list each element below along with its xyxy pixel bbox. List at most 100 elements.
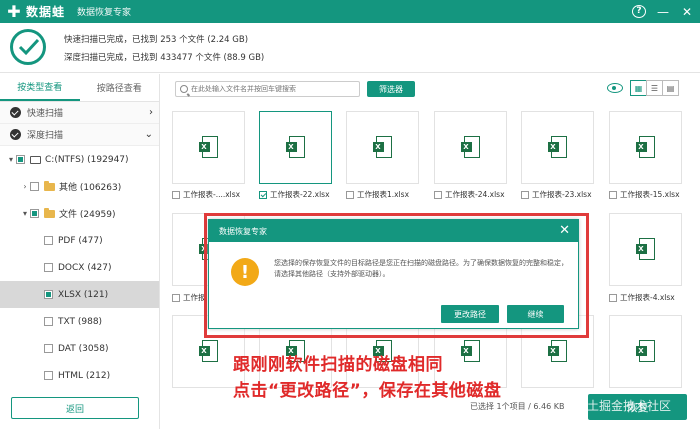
- file-checkbox[interactable]: [172, 190, 180, 199]
- file-checkbox[interactable]: [521, 190, 529, 199]
- file-checkbox[interactable]: [172, 293, 180, 302]
- file-thumbnail[interactable]: X: [521, 111, 594, 184]
- tree-item-files[interactable]: ▾ 文件 (24959): [0, 200, 159, 227]
- chevron-right-icon[interactable]: ›: [20, 182, 30, 191]
- tree-item-label: PDF (477): [58, 235, 103, 246]
- file-thumbnail[interactable]: X: [609, 111, 682, 184]
- file-name-row[interactable]: 工作报表1.xlsx: [346, 189, 409, 200]
- filter-button[interactable]: 筛选器: [367, 81, 415, 97]
- deep-scan-group[interactable]: 深度扫描 ⌄: [0, 124, 159, 146]
- tab-by-type[interactable]: 按类型查看: [0, 74, 80, 101]
- file-thumbnail[interactable]: X: [172, 111, 245, 184]
- file-checkbox[interactable]: [259, 190, 267, 199]
- check-icon: [10, 107, 21, 118]
- tree-checkbox[interactable]: [16, 155, 25, 164]
- tree-checkbox[interactable]: [30, 182, 39, 191]
- tree-item-label: XLSX (121): [58, 289, 109, 300]
- file-thumbnail[interactable]: X: [259, 111, 332, 184]
- list-view-icon[interactable]: ☰: [646, 80, 663, 96]
- tree-item-label: 其他 (106263): [59, 183, 122, 193]
- folder-icon: [44, 207, 55, 218]
- tree-item-label: TXT (988): [58, 316, 103, 327]
- chevron-down-icon[interactable]: ▾: [6, 155, 16, 164]
- file-name-row[interactable]: 工作报表-15.xlsx: [609, 189, 680, 200]
- tree-checkbox[interactable]: [44, 290, 53, 299]
- tree-item-label: DAT (3058): [58, 343, 109, 354]
- warning-icon: !: [231, 258, 259, 286]
- tree-item-label: 文件 (24959): [59, 210, 116, 220]
- app-logo-icon: ✚: [7, 2, 21, 21]
- excel-file-icon: X: [635, 135, 656, 160]
- change-path-button[interactable]: 更改路径: [441, 305, 499, 323]
- selection-summary: 已选择 1个项目 / 6.46 KB: [470, 402, 565, 411]
- deep-scan-status: 深度扫描已完成，已找到 433477 个文件 (88.9 GB): [64, 53, 265, 63]
- file-thumbnail[interactable]: X: [346, 111, 419, 184]
- excel-file-icon: X: [372, 135, 393, 160]
- tree-item-html[interactable]: HTML (212): [0, 362, 159, 389]
- tree-item-drive-c[interactable]: ▾ C:(NTFS) (192947): [0, 146, 159, 173]
- tree-item-label: HTML (212): [58, 370, 111, 381]
- preview-eye-icon[interactable]: [607, 83, 623, 93]
- dialog-title-bar: 数据恢复专家 ✕: [209, 220, 578, 242]
- tab-by-path[interactable]: 按路径查看: [80, 74, 160, 101]
- excel-file-icon: X: [198, 339, 219, 364]
- tree-checkbox[interactable]: [44, 344, 53, 353]
- annotation-line-2: 点击“更改路径”，保存在其他磁盘: [233, 381, 502, 401]
- tree-checkbox[interactable]: [44, 371, 53, 380]
- tree-item-dat[interactable]: DAT (3058): [0, 335, 159, 362]
- chevron-down-icon: ⌄: [144, 129, 153, 140]
- excel-file-icon: X: [547, 339, 568, 364]
- file-name-row[interactable]: 工作报表-....xlsx: [172, 189, 240, 200]
- file-name-row[interactable]: 工作报表-23.xlsx: [521, 189, 592, 200]
- sidebar: 按类型查看 按路径查看 快速扫描 › 深度扫描 ⌄ ▾ C:(NTFS) (19…: [0, 74, 160, 429]
- file-checkbox[interactable]: [346, 190, 354, 199]
- view-switcher: ▦ ☰ ▤: [630, 80, 679, 96]
- close-window-icon[interactable]: ✕: [680, 5, 694, 19]
- file-checkbox[interactable]: [609, 190, 617, 199]
- scan-complete-check-icon: [10, 29, 46, 65]
- app-subtitle: 数据恢复专家: [77, 8, 132, 18]
- excel-file-icon: X: [635, 237, 656, 262]
- back-button[interactable]: 返回: [11, 397, 139, 419]
- tree-item-txt[interactable]: TXT (988): [0, 308, 159, 335]
- dialog-title: 数据恢复专家: [219, 226, 267, 236]
- excel-file-icon: X: [460, 135, 481, 160]
- tree-checkbox[interactable]: [44, 263, 53, 272]
- app-name: 数据蛙: [26, 5, 66, 19]
- file-name-row[interactable]: 工作报表-4.xlsx: [609, 292, 675, 303]
- title-bar: ✚ 数据蛙 数据恢复专家 ? — ✕: [0, 0, 700, 23]
- file-thumbnail[interactable]: X: [609, 213, 682, 286]
- file-name-row[interactable]: 工作报表-22.xlsx: [259, 189, 330, 200]
- grid-view-icon[interactable]: ▦: [630, 80, 647, 96]
- file-checkbox[interactable]: [434, 190, 442, 199]
- detail-view-icon[interactable]: ▤: [662, 80, 679, 96]
- tree-item-docx[interactable]: DOCX (427): [0, 254, 159, 281]
- file-name-row[interactable]: 工作报表-24.xlsx: [434, 189, 505, 200]
- tree-item-other[interactable]: › 其他 (106263): [0, 173, 159, 200]
- file-thumbnail[interactable]: X: [434, 111, 507, 184]
- chevron-right-icon: ›: [149, 107, 153, 118]
- tree-checkbox[interactable]: [44, 236, 53, 245]
- file-thumbnail[interactable]: X: [609, 315, 682, 388]
- excel-file-icon: X: [635, 339, 656, 364]
- file-checkbox[interactable]: [609, 293, 617, 302]
- tree-item-xlsx[interactable]: XLSX (121): [0, 281, 159, 308]
- excel-file-icon: X: [285, 135, 306, 160]
- minimize-icon[interactable]: —: [656, 5, 670, 19]
- chevron-down-icon[interactable]: ▾: [20, 209, 30, 218]
- quick-scan-group[interactable]: 快速扫描 ›: [0, 102, 159, 124]
- help-icon[interactable]: ?: [632, 5, 646, 18]
- tree-item-pdf[interactable]: PDF (477): [0, 227, 159, 254]
- close-icon[interactable]: ✕: [559, 223, 570, 238]
- continue-button[interactable]: 继续: [507, 305, 564, 323]
- file-name-row[interactable]: 工作报: [172, 292, 206, 303]
- search-box: [175, 81, 360, 97]
- tree-checkbox[interactable]: [30, 209, 39, 218]
- tree-checkbox[interactable]: [44, 317, 53, 326]
- search-icon[interactable]: [180, 85, 188, 93]
- search-input[interactable]: [191, 85, 351, 93]
- quick-scan-status: 快速扫描已完成，已找到 253 个文件 (2.24 GB): [64, 35, 249, 45]
- check-icon: [10, 129, 21, 140]
- dialog-message: 您选择的保存恢复文件的目标路径是您正在扫描的磁盘路径。为了确保数据恢复的完整和稳…: [274, 259, 568, 278]
- annotation-line-1: 跟刚刚软件扫描的磁盘相同: [233, 355, 443, 375]
